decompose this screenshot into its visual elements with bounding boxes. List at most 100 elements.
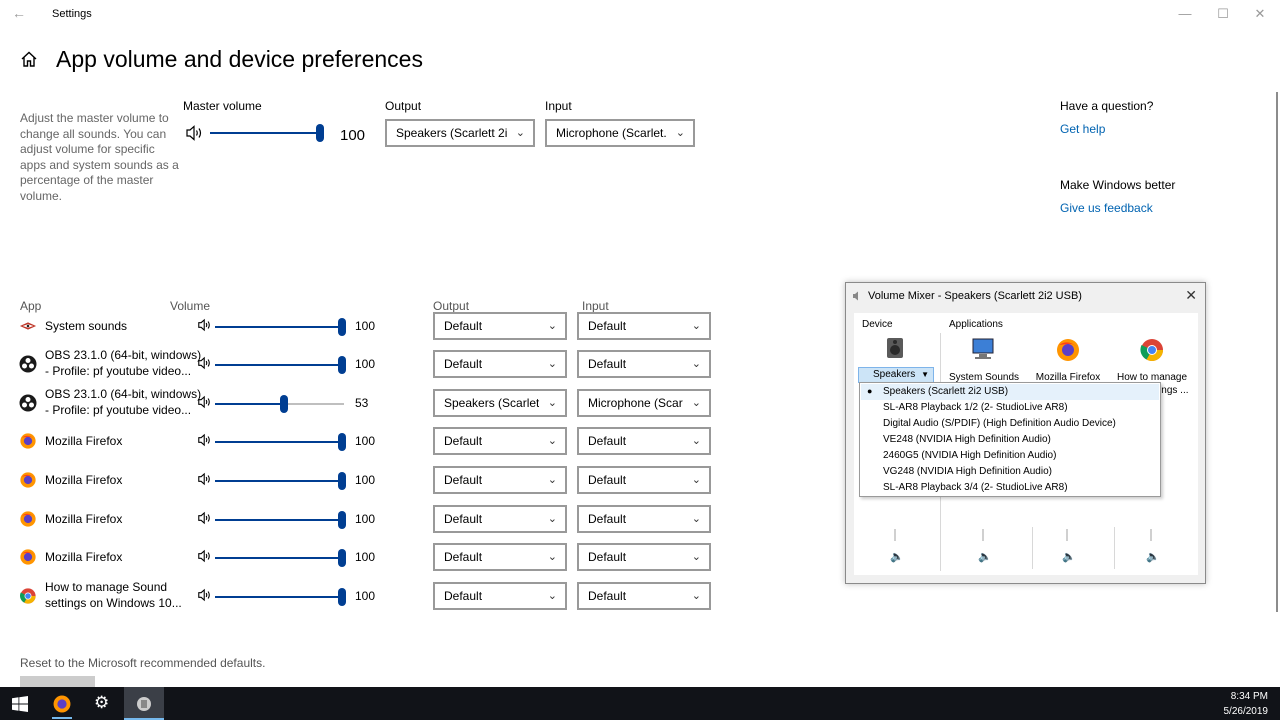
get-help-link[interactable]: Get help (1060, 122, 1105, 136)
master-description: Adjust the master volume to change all s… (20, 111, 179, 203)
app-input-dropdown[interactable]: Default ⌄ (577, 543, 711, 571)
close-button[interactable]: ✕ (1241, 4, 1279, 24)
mixer-slider-chrome[interactable] (1150, 529, 1152, 541)
slider-thumb[interactable] (338, 511, 346, 529)
selected-bullet-icon: ● (867, 386, 873, 396)
system-sounds-icon (19, 322, 37, 330)
menu-item-device[interactable]: Speakers (Scarlett 2i2 USB) (883, 386, 1008, 397)
slider-thumb[interactable] (316, 124, 324, 142)
mute-speaker-icon[interactable]: 🔈 (890, 550, 904, 563)
firefox-icon (20, 511, 36, 527)
maximize-button[interactable]: ☐ (1204, 4, 1242, 24)
slider-fill (215, 596, 341, 598)
slider-fill (215, 557, 341, 559)
reset-button[interactable] (20, 676, 95, 687)
active-indicator (52, 717, 72, 719)
app-output-dropdown[interactable]: Default ⌄ (433, 350, 567, 378)
obs-icon (19, 355, 37, 373)
mixer-close-icon[interactable]: ✕ (1185, 287, 1197, 304)
active-app-tile[interactable] (124, 687, 164, 720)
app-volume-slider[interactable] (215, 433, 346, 451)
speaker-icon[interactable] (197, 588, 213, 602)
app-volume-value: 53 (355, 396, 369, 410)
chevron-down-icon: ⌄ (547, 513, 557, 525)
mixer-separator (1032, 527, 1033, 569)
app-input-dropdown[interactable]: Default ⌄ (577, 582, 711, 610)
home-icon[interactable] (20, 50, 38, 68)
chevron-down-icon: ⌄ (691, 320, 701, 332)
mute-speaker-icon[interactable]: 🔈 (978, 550, 992, 563)
app-output-dropdown[interactable]: Default ⌄ (433, 466, 567, 494)
firefox-icon (20, 472, 36, 488)
app-volume-slider[interactable] (215, 588, 346, 606)
slider-thumb[interactable] (338, 356, 346, 374)
slider-thumb[interactable] (338, 318, 346, 336)
output-dropdown[interactable]: Speakers (Scarlett 2i... ⌄ (385, 119, 535, 147)
menu-item-device[interactable]: SL-AR8 Playback 3/4 (2- StudioLive AR8) (883, 482, 1068, 493)
app-input-dropdown[interactable]: Default ⌄ (577, 312, 711, 340)
chevron-down-icon: ⌄ (691, 435, 701, 447)
speaker-icon[interactable] (197, 472, 213, 486)
speaker-icon[interactable] (197, 433, 213, 447)
app-volume-slider[interactable] (215, 318, 346, 336)
app-volume-slider[interactable] (215, 395, 344, 413)
give-feedback-link[interactable]: Give us feedback (1060, 201, 1153, 215)
input-dropdown[interactable]: Microphone (Scarlet... ⌄ (545, 119, 695, 147)
slider-thumb[interactable] (338, 433, 346, 451)
master-volume-slider[interactable] (210, 124, 324, 142)
app-name: OBS 23.1.0 (64-bit, windows) - Profile: p… (45, 387, 202, 417)
firefox-taskbar-icon[interactable] (52, 694, 72, 714)
mute-speaker-icon[interactable]: 🔈 (1062, 550, 1076, 563)
speakers-device-button[interactable]: Speakers ▼ (858, 367, 934, 383)
app-output-dropdown[interactable]: Default ⌄ (433, 543, 567, 571)
scrollbar[interactable] (1276, 92, 1278, 612)
app-input-dropdown[interactable]: Default ⌄ (577, 505, 711, 533)
page-title: App volume and device preferences (56, 46, 423, 72)
menu-item-device[interactable]: VE248 (NVIDIA High Definition Audio) (883, 434, 1051, 445)
menu-item-device[interactable]: SL-AR8 Playback 1/2 (2- StudioLive AR8) (883, 402, 1068, 413)
speaker-icon[interactable] (197, 356, 213, 370)
app-output-dropdown[interactable]: Default ⌄ (433, 427, 567, 455)
app-input-dropdown[interactable]: Microphone (Scarle ⌄ (577, 389, 711, 417)
app-volume-slider[interactable] (215, 356, 346, 374)
speaker-icon[interactable] (197, 318, 213, 332)
speaker-icon[interactable] (197, 549, 213, 563)
app-volume-slider[interactable] (215, 511, 346, 529)
windows-start-icon[interactable] (12, 696, 28, 712)
mixer-slider-device[interactable] (894, 529, 896, 541)
slider-thumb[interactable] (338, 472, 346, 490)
app-name: How to manage Sound settings on Windows 1… (45, 580, 182, 610)
speaker-icon[interactable] (185, 124, 205, 142)
slider-thumb[interactable] (338, 549, 346, 567)
menu-item-device[interactable]: Digital Audio (S/PDIF) (High Definition … (883, 418, 1116, 429)
app-output-dropdown[interactable]: Speakers (Scarlett 2⌄ (433, 389, 567, 417)
back-arrow-icon[interactable]: ← (12, 5, 26, 21)
app-volume-slider[interactable] (215, 549, 346, 567)
app-name: Mozilla Firefox (45, 550, 123, 564)
app-volume-value: 100 (355, 589, 376, 603)
menu-item-device[interactable]: VG248 (NVIDIA High Definition Audio) (883, 466, 1052, 477)
mute-speaker-icon[interactable]: 🔈 (1146, 550, 1160, 563)
app-name: Mozilla Firefox (45, 473, 123, 487)
system-clock[interactable]: 8:34 PM 5/26/2019 (1224, 689, 1269, 719)
system-sounds-icon (972, 338, 994, 359)
slider-thumb[interactable] (338, 588, 346, 606)
settings-gear-icon[interactable]: ⚙ (94, 693, 109, 713)
app-output-dropdown[interactable]: Default ⌄ (433, 312, 567, 340)
app-input-dropdown[interactable]: Default ⌄ (577, 427, 711, 455)
app-volume-value: 100 (355, 357, 376, 371)
app-output-dropdown[interactable]: Default ⌄ (433, 505, 567, 533)
mixer-slider-firefox[interactable] (1066, 529, 1068, 541)
chevron-down-icon: ⌄ (547, 590, 557, 602)
app-input-dropdown[interactable]: Default ⌄ (577, 466, 711, 494)
menu-item-device[interactable]: 2460G5 (NVIDIA High Definition Audio) (883, 450, 1056, 461)
speaker-icon[interactable] (197, 511, 213, 525)
mixer-slider-system[interactable] (982, 529, 984, 541)
slider-thumb[interactable] (280, 395, 288, 413)
app-volume-slider[interactable] (215, 472, 346, 490)
minimize-button[interactable]: — (1166, 4, 1204, 24)
app-input-dropdown[interactable]: Default ⌄ (577, 350, 711, 378)
input-column-header: Input (582, 299, 609, 313)
speaker-icon[interactable] (197, 395, 213, 409)
app-output-dropdown[interactable]: Default ⌄ (433, 582, 567, 610)
